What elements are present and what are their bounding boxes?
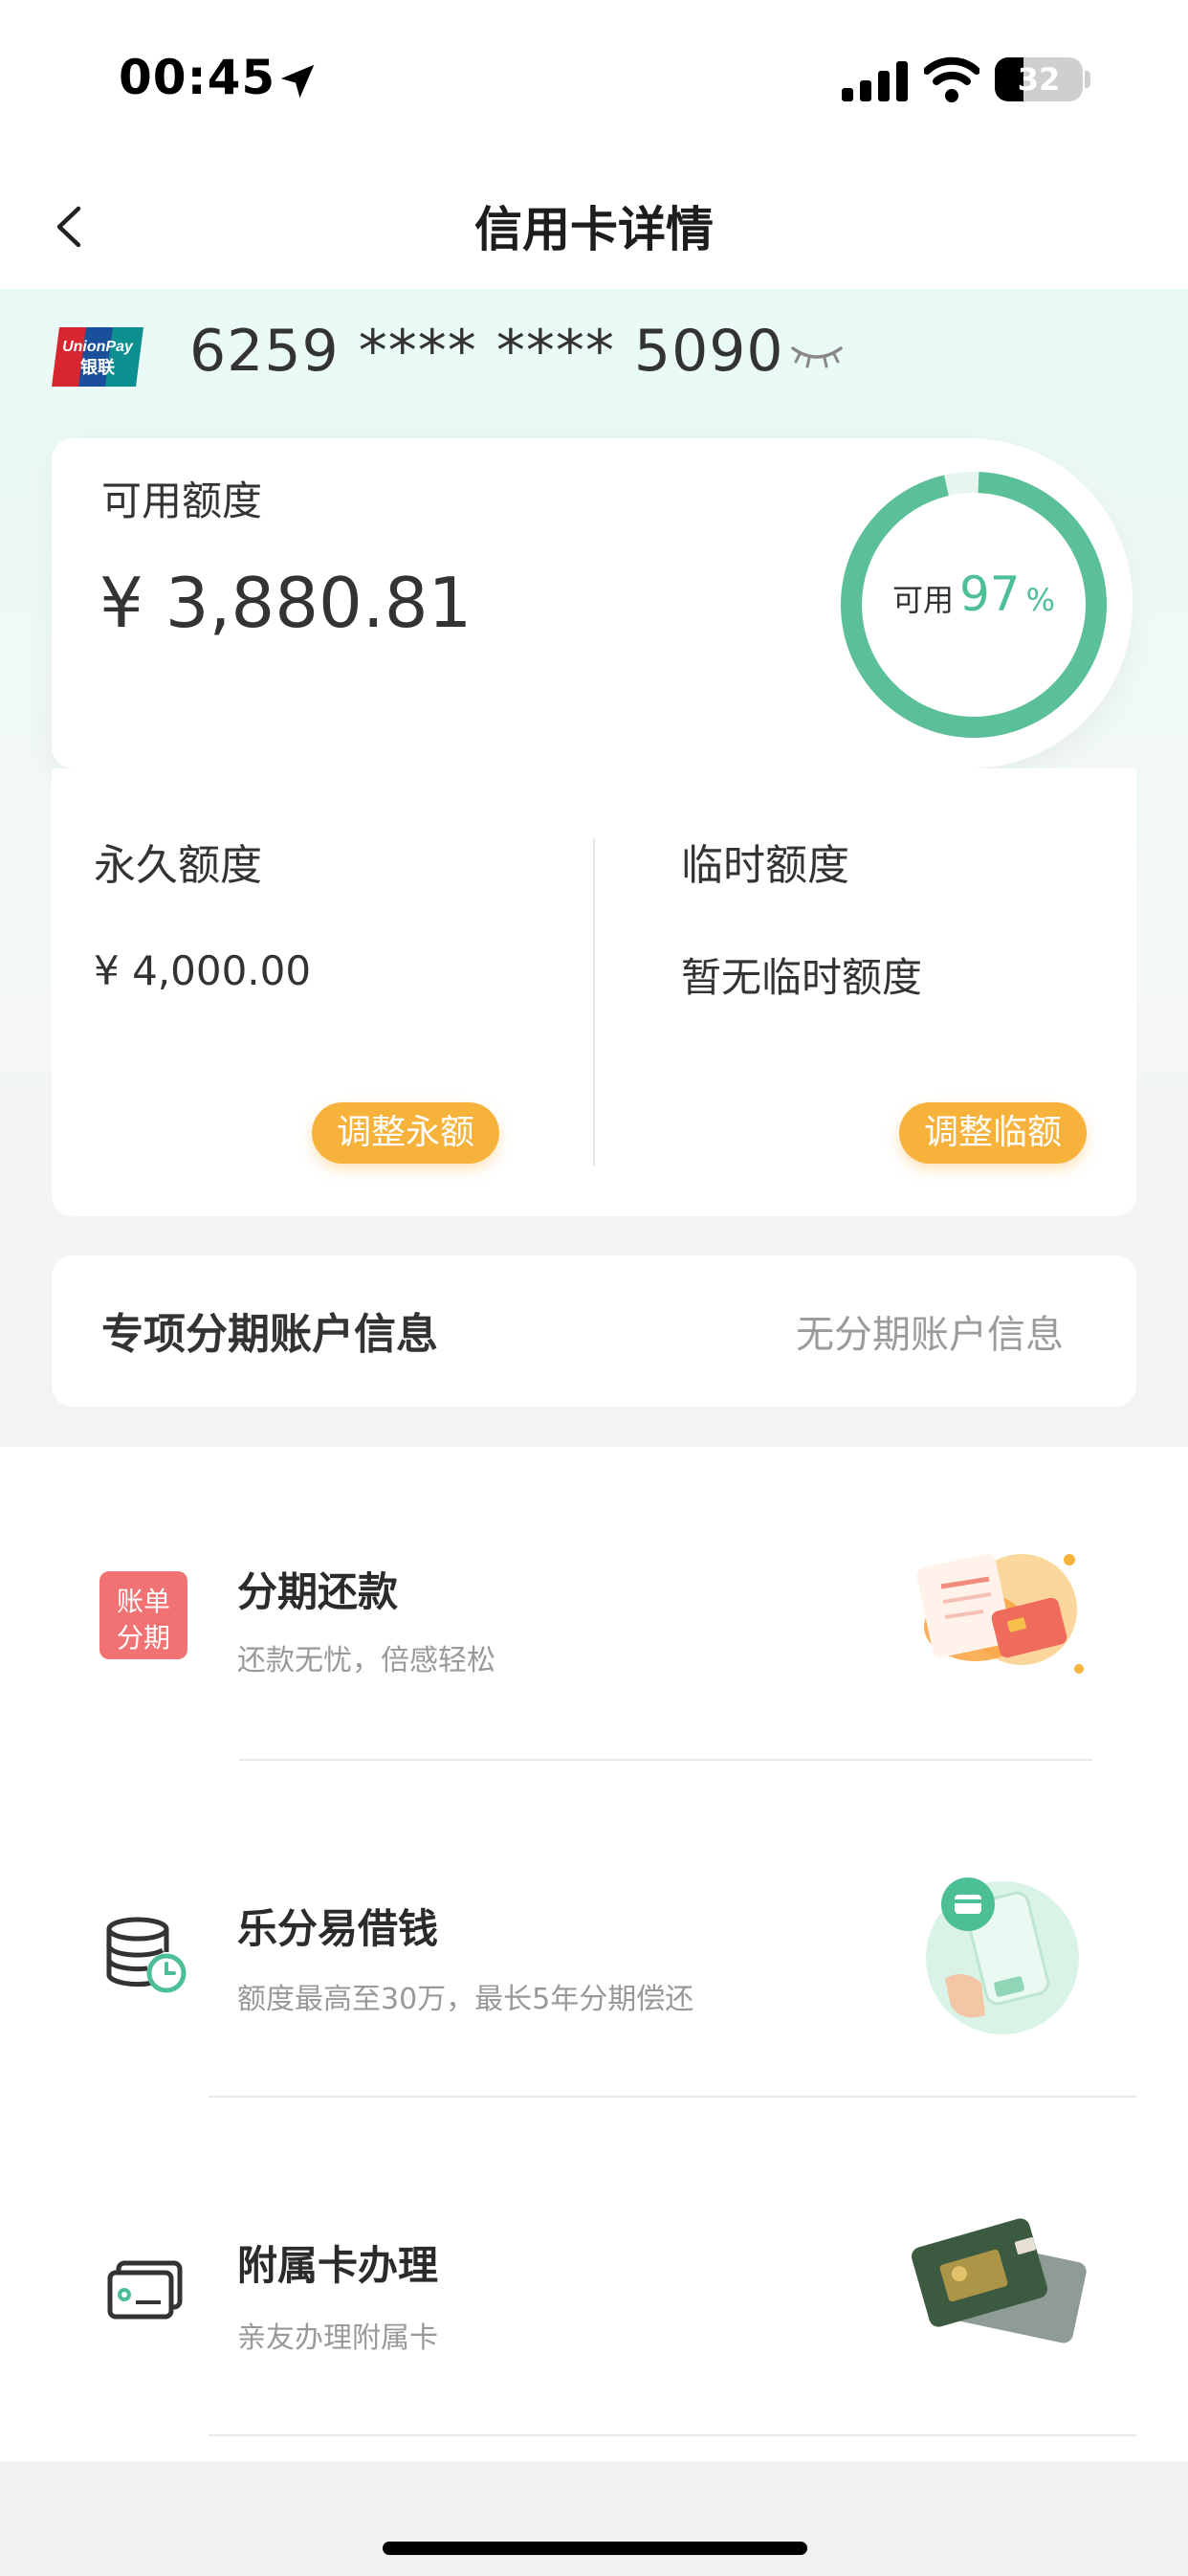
available-credit-label: 可用额度 xyxy=(101,477,263,524)
page-title: 信用卡详情 xyxy=(474,202,714,257)
adjust-temporary-button[interactable]: 调整临额 xyxy=(899,1102,1088,1164)
card-number: 6259 **** **** 5090 xyxy=(189,318,784,385)
adjust-permanent-button[interactable]: 调整永额 xyxy=(312,1102,500,1164)
ring-label: 可用 xyxy=(891,582,954,618)
permanent-limit-value: ¥ 4,000.00 xyxy=(94,947,312,994)
eye-closed-icon[interactable] xyxy=(790,341,844,369)
coin-stack-clock-icon xyxy=(106,1917,187,1993)
ring-unit: % xyxy=(1025,582,1056,618)
battery-tip xyxy=(1085,71,1090,88)
card-icon xyxy=(107,2260,183,2320)
installment-account-value: 无分期账户信息 xyxy=(796,1313,1064,1357)
unionpay-logo-icon: UnionPay 银联 xyxy=(52,327,143,387)
temporary-limit-value: 暂无临时额度 xyxy=(681,954,923,1001)
service-subtitle: 还款无忧，倍感轻松 xyxy=(237,1644,495,1677)
service-subtitle: 亲友办理附属卡 xyxy=(237,2321,438,2355)
supplementary-cards-illustration-icon xyxy=(911,2218,1087,2343)
service-subtitle: 额度最高至30万，最长5年分期偿还 xyxy=(237,1983,694,2016)
badge-line-1: 账单 xyxy=(116,1586,170,1617)
location-arrow-icon xyxy=(280,64,315,99)
status-time: 00:45 xyxy=(119,50,276,105)
service-title: 乐分易借钱 xyxy=(237,1905,439,1952)
svg-text:银联: 银联 xyxy=(80,357,115,378)
battery-icon: 32 xyxy=(995,57,1083,101)
svg-text:UnionPay: UnionPay xyxy=(62,339,134,355)
limits-divider xyxy=(593,838,595,1166)
ring-text: 可用 97% xyxy=(840,566,1108,622)
temporary-limit-title: 临时额度 xyxy=(681,841,849,890)
ring-percent: 97 xyxy=(958,566,1021,622)
available-credit-amount: ¥ 3,880.81 xyxy=(99,563,473,643)
service-separator xyxy=(209,2434,1136,2436)
cellular-signal-icon xyxy=(842,61,908,101)
battery-percent: 32 xyxy=(1017,61,1061,98)
home-indicator[interactable] xyxy=(383,2542,807,2555)
service-title: 分期还款 xyxy=(237,1568,399,1615)
installment-account-title: 专项分期账户信息 xyxy=(101,1310,438,1359)
permanent-limit-title: 永久额度 xyxy=(94,841,262,890)
bill-card-illustration-icon xyxy=(916,1553,1084,1674)
service-title: 附属卡办理 xyxy=(237,2242,439,2289)
service-separator xyxy=(239,1759,1092,1761)
service-separator xyxy=(209,2096,1136,2098)
badge-line-2: 分期 xyxy=(116,1622,170,1654)
phone-loan-illustration-icon xyxy=(926,1877,1079,2034)
bottom-bar xyxy=(0,2461,1188,2576)
bill-installment-badge-icon: 账单 分期 xyxy=(99,1571,187,1659)
wifi-icon xyxy=(924,56,979,102)
